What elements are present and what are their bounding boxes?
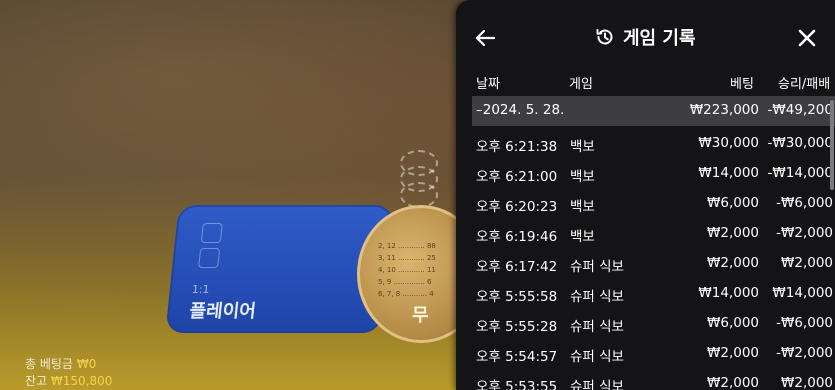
table-row[interactable]: 오후 5:55:58 슈퍼 식보 ₩14,000 ₩14,000: [472, 279, 835, 309]
row-bet: ₩2,000: [707, 375, 759, 390]
row-game: 백보: [570, 169, 595, 185]
row-result: ₩2,000: [781, 255, 833, 271]
table-row[interactable]: 오후 5:54:57 슈퍼 식보 ₩2,000 -₩2,000: [472, 339, 835, 369]
card-slot-2: [198, 248, 221, 268]
panel-header: 게임 기록: [456, 0, 835, 70]
row-time: 오후 6:17:42: [476, 259, 558, 275]
card-slot-1: [200, 223, 223, 243]
row-time: 오후 5:55:28: [476, 319, 558, 335]
row-result: -₩6,000: [776, 315, 833, 331]
row-time: 오후 6:19:46: [476, 229, 558, 245]
row-time: 오후 6:21:38: [476, 139, 558, 155]
balance-label: 잔고: [25, 374, 48, 388]
tie-payout-line: 6, 7, 8 ........... 4: [378, 290, 434, 298]
tie-payout-line: 4, 10 ............ 11: [378, 266, 436, 274]
row-game: 백보: [570, 139, 595, 155]
game-history-panel: 게임 기록 날짜 게임 베팅 승리/패배 –2024. 5. 28. ₩223,…: [456, 0, 835, 390]
row-game: 슈퍼 식보: [570, 319, 624, 335]
summary-date: –2024. 5. 28.: [476, 102, 565, 118]
table-row[interactable]: 오후 5:53:55 슈퍼 식보 ₩2,000 ₩2,000: [472, 369, 835, 390]
summary-bet: ₩223,000: [689, 102, 759, 118]
close-x-icon[interactable]: [796, 27, 818, 49]
total-bet-label: 총 베팅금: [25, 357, 73, 371]
summary-row[interactable]: –2024. 5. 28. ₩223,000 -₩49,200: [472, 96, 835, 126]
row-result: ₩14,000: [772, 285, 833, 301]
row-bet: ₩6,000: [707, 195, 759, 211]
total-bet: 총 베팅금 ₩0: [25, 355, 96, 372]
panel-title: 게임 기록: [623, 28, 696, 49]
player-label: 플레이어: [188, 301, 257, 322]
player-payout-ratio: 1:1: [191, 283, 211, 296]
row-bet: ₩14,000: [698, 165, 759, 181]
tie-payout-line: 2, 12 ............ 88: [378, 242, 436, 250]
row-time: 오후 6:21:00: [476, 169, 558, 185]
row-result: -₩2,000: [776, 345, 833, 361]
row-bet: ₩30,000: [698, 135, 759, 151]
table-row[interactable]: 오후 6:17:42 슈퍼 식보 ₩2,000 ₩2,000: [472, 249, 835, 279]
row-game: 슈퍼 식보: [570, 379, 624, 390]
table-row[interactable]: 오후 6:19:46 백보 ₩2,000 -₩2,000: [472, 219, 835, 249]
tie-label: 무: [412, 305, 429, 326]
chip-stack-icon: [398, 150, 440, 208]
balance: 잔고 ₩150,800: [25, 372, 112, 389]
row-game: 슈퍼 식보: [570, 259, 624, 275]
scrollbar-thumb[interactable]: [830, 100, 834, 190]
row-bet: ₩2,000: [707, 345, 759, 361]
row-time: 오후 6:20:23: [476, 199, 558, 215]
arrow-left-icon[interactable]: [474, 27, 496, 49]
row-result: -₩2,000: [776, 225, 833, 241]
row-game: 슈퍼 식보: [570, 349, 624, 365]
row-result: ₩2,000: [781, 375, 833, 390]
summary-result: -₩49,200: [767, 102, 833, 118]
row-result: -₩30,000: [767, 135, 833, 151]
row-result: -₩14,000: [767, 165, 833, 181]
row-bet: ₩6,000: [707, 315, 759, 331]
history-clock-icon: [596, 29, 613, 45]
row-game: 백보: [570, 199, 595, 215]
row-game: 슈퍼 식보: [570, 289, 624, 305]
tie-payout-line: 3, 11 ............ 25: [378, 254, 436, 262]
column-header-result: 승리/패배: [778, 77, 831, 92]
column-header-bet: 베팅: [730, 77, 754, 92]
row-bet: ₩2,000: [707, 255, 759, 271]
row-result: -₩6,000: [776, 195, 833, 211]
tie-payout-line: 5, 9 .............. 6: [378, 278, 432, 286]
table-row[interactable]: 오후 6:20:23 백보 ₩6,000 -₩6,000: [472, 189, 835, 219]
row-bet: ₩14,000: [698, 285, 759, 301]
panel-title-group: 게임 기록: [595, 24, 696, 50]
table-row[interactable]: 오후 6:21:00 백보 ₩14,000 -₩14,000: [472, 159, 835, 189]
column-header-date: 날짜: [476, 77, 500, 92]
row-time: 오후 5:54:57: [476, 349, 558, 365]
row-time: 오후 5:53:55: [476, 379, 558, 390]
row-bet: ₩2,000: [707, 225, 759, 241]
row-game: 백보: [570, 229, 595, 245]
total-bet-value: ₩0: [76, 357, 97, 371]
table-row[interactable]: 오후 6:21:38 백보 ₩30,000 -₩30,000: [472, 129, 835, 159]
balance-value: ₩150,800: [50, 374, 113, 388]
table-row[interactable]: 오후 5:55:28 슈퍼 식보 ₩6,000 -₩6,000: [472, 309, 835, 339]
row-time: 오후 5:55:58: [476, 289, 558, 305]
column-header-game: 게임: [569, 77, 593, 92]
